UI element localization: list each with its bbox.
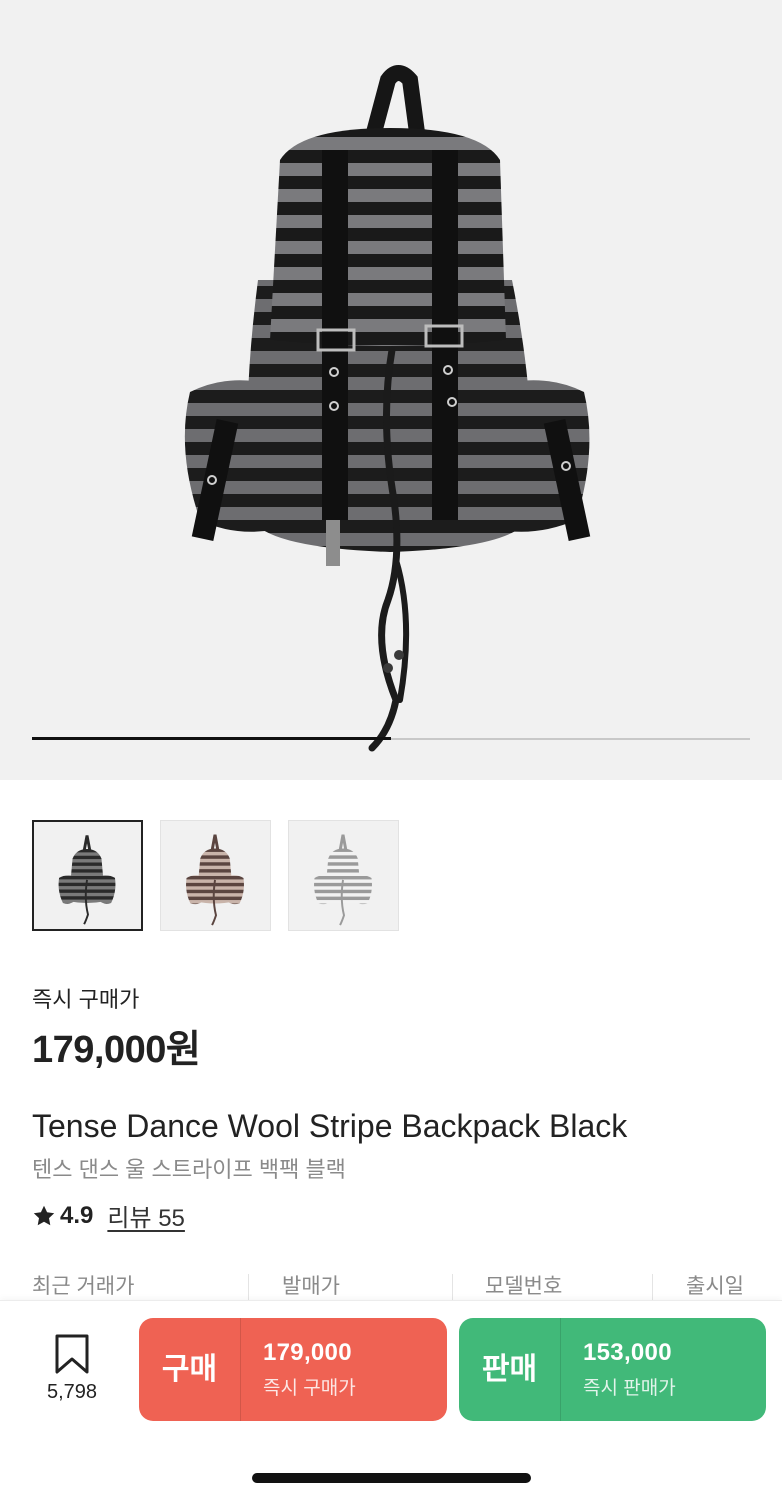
info-recent-trade-label: 최근 거래가 xyxy=(32,1275,135,1298)
striped-backpack-image xyxy=(184,65,591,752)
info-release-price-label: 발매가 xyxy=(282,1275,340,1298)
bookmark-icon xyxy=(55,1334,89,1374)
info-model-number-label: 모델번호 xyxy=(485,1275,563,1298)
reviews-link[interactable]: 리뷰 55 xyxy=(107,1198,185,1233)
product-title-en: Tense Dance Wool Stripe Backpack Black xyxy=(32,1108,628,1144)
buy-price: 179,000 xyxy=(263,1339,352,1366)
color-thumbnails xyxy=(32,820,399,931)
info-divider xyxy=(652,1274,653,1300)
backpack-brown-thumb-icon xyxy=(186,834,244,926)
gallery-progress-track xyxy=(32,737,750,740)
sell-price: 153,000 xyxy=(583,1339,672,1366)
home-indicator xyxy=(252,1473,531,1483)
thumbnail-white[interactable] xyxy=(288,820,399,931)
buy-label: 구매 xyxy=(139,1318,241,1421)
sell-button[interactable]: 판매 153,000 즉시 판매가 xyxy=(459,1318,766,1421)
instant-buy-price: 179,000원 xyxy=(32,1029,201,1071)
gallery-progress-fill xyxy=(32,737,391,740)
bottom-action-bar: 5,798 구매 179,000 즉시 구매가 판매 153,000 즉시 판매… xyxy=(0,1300,782,1500)
product-page: 즉시 구매가 179,000원 Tense Dance Wool Stripe … xyxy=(0,0,782,1500)
buy-button[interactable]: 구매 179,000 즉시 구매가 xyxy=(139,1318,447,1421)
buy-caption: 즉시 구매가 xyxy=(263,1378,356,1399)
sell-label: 판매 xyxy=(459,1318,561,1421)
info-divider xyxy=(452,1274,453,1300)
product-image-carousel[interactable] xyxy=(0,0,782,780)
wishlist-button[interactable]: 5,798 xyxy=(30,1333,114,1404)
info-divider xyxy=(248,1274,249,1300)
thumbnail-black[interactable] xyxy=(32,820,143,931)
instant-buy-price-label: 즉시 구매가 xyxy=(32,987,140,1012)
product-title-ko: 텐스 댄스 울 스트라이프 백팩 블랙 xyxy=(32,1157,346,1182)
thumbnail-brown[interactable] xyxy=(160,820,271,931)
rating-row: 4.9 리뷰 55 xyxy=(32,1198,185,1233)
star-icon xyxy=(33,1205,55,1225)
backpack-white-thumb-icon xyxy=(314,834,372,926)
wishlist-count: 5,798 xyxy=(46,1381,98,1403)
backpack-black-thumb-icon xyxy=(58,835,116,925)
sell-caption: 즉시 판매가 xyxy=(583,1378,676,1399)
info-release-date-label: 출시일 xyxy=(686,1275,744,1298)
rating-score: 4.9 xyxy=(60,1201,94,1229)
